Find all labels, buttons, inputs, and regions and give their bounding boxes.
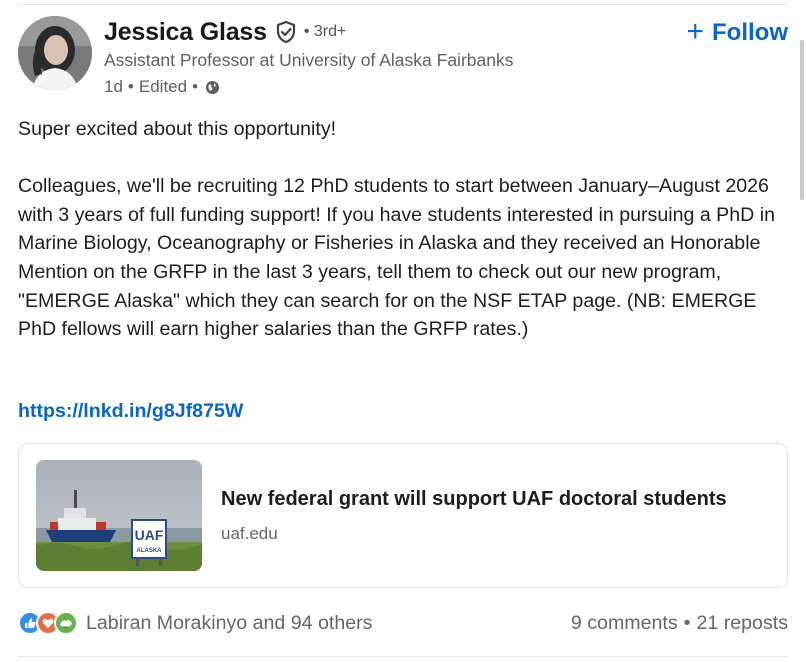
connection-degree: • 3rd+ [303,23,347,40]
post-meta: 1d • Edited • [104,76,220,98]
post-time: 1d [104,77,123,96]
reposts-count[interactable]: 21 reposts [697,612,789,635]
edited-label: Edited [138,77,188,96]
post-text: Super excited about this opportunity! Co… [18,115,788,344]
globe-icon [205,80,220,95]
avatar[interactable] [18,16,92,90]
article-domain: uaf.edu [221,524,278,543]
bottom-divider [18,656,788,657]
reaction-icons [18,611,78,635]
author-headline: Assistant Professor at University of Ala… [104,50,514,70]
sign-bottom-text: ALASKA [137,548,163,554]
article-title: New federal grant will support UAF docto… [221,488,727,510]
scrollbar[interactable] [800,40,804,200]
sign-top-text: UAF [135,527,164,543]
author-name-row: Jessica Glass • 3rd+ [104,16,346,48]
link-preview-card[interactable]: UAF ALASKA New federal grant will suppor… [18,443,788,588]
post-intro: Super excited about this opportunity! [18,118,337,140]
post-link[interactable]: https://lnkd.in/g8Jf875W [18,400,243,423]
verified-shield-icon [274,20,298,44]
top-divider [18,4,788,5]
support-icon [54,611,78,635]
reactions-summary[interactable]: Labiran Morakinyo and 94 others [18,609,372,637]
article-thumbnail: UAF ALASKA [36,460,202,571]
follow-label: Follow [712,19,788,46]
plus-icon: + [686,14,705,48]
reactions-text[interactable]: Labiran Morakinyo and 94 others [86,612,372,635]
comments-count[interactable]: 9 comments [571,612,678,635]
follow-button[interactable]: + Follow [686,14,788,48]
post-body: Colleagues, we'll be recruiting 12 PhD s… [18,175,775,341]
engagement-counts: 9 comments • 21 reposts [570,611,789,635]
author-name[interactable]: Jessica Glass [104,18,267,47]
